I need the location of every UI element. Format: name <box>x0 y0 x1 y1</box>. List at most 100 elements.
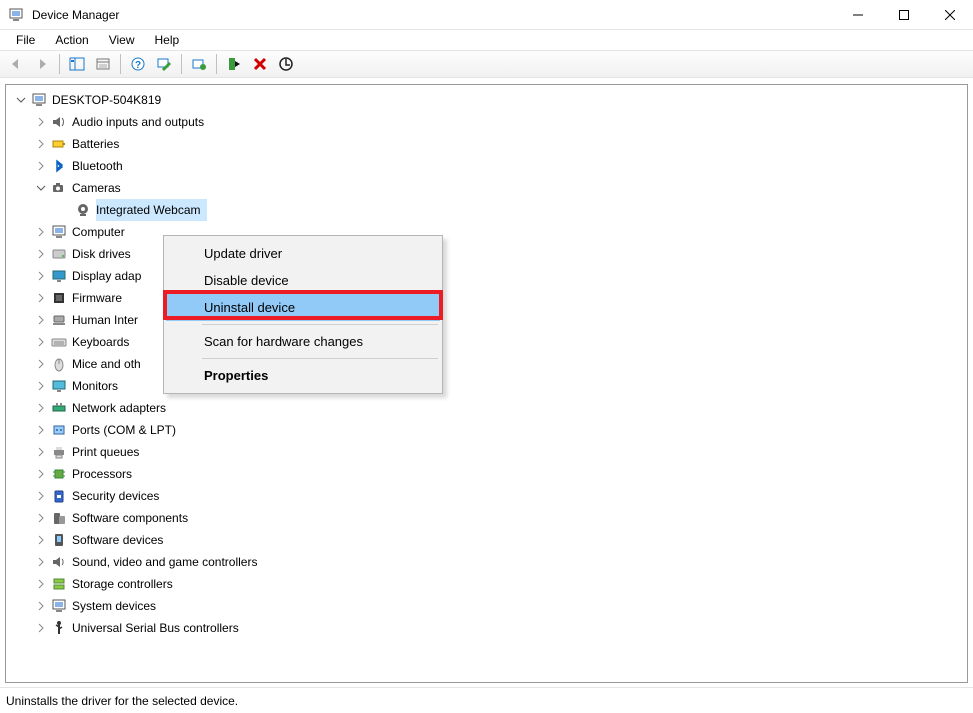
category-icon <box>50 597 68 615</box>
ctx-separator <box>202 358 438 359</box>
scan-hardware-button[interactable] <box>152 52 176 76</box>
tree-device-label: Integrated Webcam <box>96 199 207 221</box>
chevron-right-icon[interactable] <box>34 269 48 283</box>
chevron-right-icon[interactable] <box>34 137 48 151</box>
update-driver-button[interactable] <box>187 52 211 76</box>
chevron-right-icon[interactable] <box>34 225 48 239</box>
tree-root[interactable]: DESKTOP-504K819 <box>14 89 967 111</box>
tree-category-label: Universal Serial Bus controllers <box>72 617 245 639</box>
tree-category-label: Human Inter <box>72 309 144 331</box>
tree-category[interactable]: Ports (COM & LPT) <box>34 419 967 441</box>
chevron-right-icon[interactable] <box>34 489 48 503</box>
tree-category-label: Network adapters <box>72 397 172 419</box>
category-icon <box>50 421 68 439</box>
tree-category-label: Software components <box>72 507 194 529</box>
category-icon <box>50 575 68 593</box>
menubar: File Action View Help <box>0 30 973 50</box>
tree-category-label: Batteries <box>72 133 125 155</box>
enable-device-button[interactable] <box>222 52 246 76</box>
tree-category[interactable]: Storage controllers <box>34 573 967 595</box>
forward-button[interactable] <box>30 52 54 76</box>
tree-category[interactable]: Sound, video and game controllers <box>34 551 967 573</box>
category-icon <box>50 267 68 285</box>
tree-category[interactable]: Network adapters <box>34 397 967 419</box>
chevron-right-icon[interactable] <box>34 115 48 129</box>
tree-category-label: System devices <box>72 595 162 617</box>
tree-category[interactable]: Print queues <box>34 441 967 463</box>
category-icon <box>50 531 68 549</box>
chevron-right-icon[interactable] <box>34 423 48 437</box>
tree-category[interactable]: Processors <box>34 463 967 485</box>
category-icon <box>50 465 68 483</box>
tree-category-label: Cameras <box>72 177 127 199</box>
computer-icon <box>30 91 48 109</box>
properties-button[interactable] <box>91 52 115 76</box>
chevron-right-icon[interactable] <box>34 401 48 415</box>
tree-category[interactable]: Cameras <box>34 177 967 199</box>
chevron-right-icon[interactable] <box>34 533 48 547</box>
chevron-right-icon[interactable] <box>34 467 48 481</box>
ctx-disable-device[interactable]: Disable device <box>166 267 440 294</box>
tree-category-label: Audio inputs and outputs <box>72 111 210 133</box>
category-icon <box>50 377 68 395</box>
window-title: Device Manager <box>32 8 119 22</box>
ctx-update-driver-label: Update driver <box>204 246 282 261</box>
tree-category[interactable]: Software devices <box>34 529 967 551</box>
tree-category-label: Keyboards <box>72 331 135 353</box>
ctx-update-driver[interactable]: Update driver <box>166 240 440 267</box>
ctx-scan-hardware-label: Scan for hardware changes <box>204 334 363 349</box>
category-icon <box>50 223 68 241</box>
category-icon <box>50 113 68 131</box>
menu-action[interactable]: Action <box>47 31 96 49</box>
chevron-right-icon[interactable] <box>34 577 48 591</box>
tree-category[interactable]: Security devices <box>34 485 967 507</box>
category-icon <box>50 619 68 637</box>
chevron-right-icon[interactable] <box>34 247 48 261</box>
disable-device-button[interactable] <box>274 52 298 76</box>
tree-category[interactable]: System devices <box>34 595 967 617</box>
device-tree[interactable]: DESKTOP-504K819 Audio inputs and outputs… <box>6 85 967 643</box>
category-icon <box>50 289 68 307</box>
chevron-down-icon[interactable] <box>34 181 48 195</box>
menu-view[interactable]: View <box>101 31 143 49</box>
menu-help[interactable]: Help <box>147 31 188 49</box>
chevron-right-icon[interactable] <box>34 379 48 393</box>
maximize-button[interactable] <box>881 0 927 30</box>
chevron-right-icon[interactable] <box>34 159 48 173</box>
category-icon <box>50 553 68 571</box>
chevron-down-icon[interactable] <box>14 93 28 107</box>
tree-category[interactable]: Bluetooth <box>34 155 967 177</box>
chevron-right-icon[interactable] <box>34 313 48 327</box>
chevron-right-icon[interactable] <box>34 357 48 371</box>
chevron-right-icon[interactable] <box>34 335 48 349</box>
uninstall-device-button[interactable] <box>248 52 272 76</box>
ctx-uninstall-device[interactable]: Uninstall device <box>166 294 440 321</box>
tree-category[interactable]: Audio inputs and outputs <box>34 111 967 133</box>
tree-category-label: Print queues <box>72 441 145 463</box>
tree-category-label: Security devices <box>72 485 165 507</box>
app-icon <box>8 7 24 23</box>
tree-category-label: Ports (COM & LPT) <box>72 419 182 441</box>
close-button[interactable] <box>927 0 973 30</box>
tree-category[interactable]: Universal Serial Bus controllers <box>34 617 967 639</box>
chevron-right-icon[interactable] <box>34 555 48 569</box>
minimize-button[interactable] <box>835 0 881 30</box>
chevron-right-icon[interactable] <box>34 511 48 525</box>
chevron-right-icon[interactable] <box>34 291 48 305</box>
menu-file[interactable]: File <box>8 31 43 49</box>
spacer <box>58 203 72 217</box>
ctx-scan-hardware[interactable]: Scan for hardware changes <box>166 328 440 355</box>
chevron-right-icon[interactable] <box>34 621 48 635</box>
chevron-right-icon[interactable] <box>34 445 48 459</box>
ctx-properties[interactable]: Properties <box>166 362 440 389</box>
ctx-separator <box>202 324 438 325</box>
tree-device-integrated-webcam[interactable]: Integrated Webcam <box>58 199 967 221</box>
show-hide-console-tree-button[interactable] <box>65 52 89 76</box>
tree-category[interactable]: Batteries <box>34 133 967 155</box>
help-button[interactable]: ? <box>126 52 150 76</box>
chevron-right-icon[interactable] <box>34 599 48 613</box>
tree-root-label: DESKTOP-504K819 <box>52 89 167 111</box>
tree-category[interactable]: Software components <box>34 507 967 529</box>
back-button[interactable] <box>4 52 28 76</box>
tree-category-label: Monitors <box>72 375 124 397</box>
